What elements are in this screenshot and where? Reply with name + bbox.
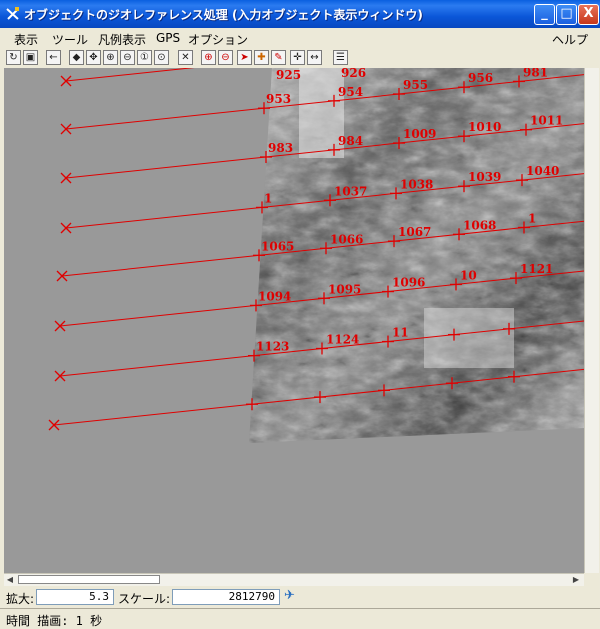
grid-point-label: 1009 [403,127,436,141]
scale-field[interactable]: 2812790 [172,589,280,605]
map-canvas[interactable]: 9259269539549559569819829839841009101010… [4,68,584,573]
scroll-left-icon[interactable]: ◀ [4,574,16,585]
zoom-in-box-icon[interactable]: ⊕ [103,50,118,65]
move-icon[interactable]: ◆ [69,50,84,65]
window-title: オブジェクトのジオレファレンス処理 (入力オブジェクト表示ウィンドウ) [24,8,423,22]
title-bar: オブジェクトのジオレファレンス処理 (入力オブジェクト表示ウィンドウ) _ □ … [0,0,600,28]
horizontal-scroll-thumb[interactable] [18,575,160,584]
grid-point-label: 1068 [463,218,496,232]
maximize-button[interactable]: □ [556,4,577,25]
grid-point-label: 956 [468,71,493,85]
grid-point-label: 1039 [468,170,501,184]
zoom-scale-row: 拡大: 5.3 スケール: 2812790 ✈ [0,587,600,607]
grid-point-label: 983 [268,141,293,155]
grid-point-label: 955 [403,78,428,92]
zoom-out-icon[interactable]: ⊖ [218,50,233,65]
redraw-icon[interactable]: ↻ [6,50,21,65]
add-point-icon[interactable]: ✚ [254,50,269,65]
zoom-1x-icon[interactable]: ① [137,50,152,65]
grid-point-label: 1066 [330,232,363,246]
menu-options[interactable]: オプション [188,31,248,48]
zoom-out-box-icon[interactable]: ⊖ [120,50,135,65]
menu-bar: 表示 ツール 凡例表示 GPS オプション ヘルプ [0,28,600,48]
scale-label: スケール: [118,592,171,606]
grid-point-label: 926 [341,68,366,80]
full-extent-icon[interactable]: ▣ [23,50,38,65]
grid-point-label: 1065 [261,239,294,253]
legend-icon[interactable]: ☰ [333,50,348,65]
menu-gps[interactable]: GPS [156,31,180,45]
grid-point-label: 1037 [334,184,367,198]
grid-point-label: 1096 [392,276,425,290]
scroll-right-icon[interactable]: ▶ [570,574,582,585]
grid-point-label: 925 [276,68,301,82]
zoom-fit-icon[interactable]: ⊙ [154,50,169,65]
map-view[interactable]: 9259269539549559569819829839841009101010… [4,68,584,573]
menu-legend[interactable]: 凡例表示 [98,31,146,48]
grid-point-label: 1 [528,211,536,225]
measure-icon[interactable]: ↔ [307,50,322,65]
zoom-layer-icon[interactable]: ✕ [178,50,193,65]
grid-point-label: 1 [264,191,272,205]
vertical-scrollbar[interactable] [584,68,599,573]
grid-point-label: 10 [460,268,477,282]
grid-point-label: 1067 [398,225,431,239]
edit-point-icon[interactable]: ✎ [271,50,286,65]
grid-point-label: 1011 [530,114,563,128]
menu-tools[interactable]: ツール [52,31,88,48]
grid-point-label: 1121 [520,262,553,276]
app-icon [6,7,19,20]
close-button[interactable]: X [578,4,599,25]
gps-satellite-icon[interactable]: ✈ [284,588,295,603]
menu-view[interactable]: 表示 [14,31,38,48]
minimize-button[interactable]: _ [534,4,555,25]
grid-point-label: 984 [338,134,363,148]
crosshair-icon[interactable]: ✛ [290,50,305,65]
zoom-label: 拡大: [6,592,35,606]
select-pointer-icon[interactable]: ➤ [237,50,252,65]
previous-view-icon[interactable]: ← [46,50,61,65]
menu-help[interactable]: ヘルプ [552,31,588,48]
grid-point-label: 1123 [256,340,289,354]
grid-point-label: 954 [338,85,363,99]
grid-point-label: 1040 [526,164,559,178]
horizontal-scrollbar[interactable]: ◀ ▶ [4,573,584,586]
grid-point-label: 1010 [468,120,501,134]
draw-time-text: 時間 描画: 1 秒 [6,614,103,628]
grid-point-label: 953 [266,92,291,106]
zoom-field[interactable]: 5.3 [36,589,114,605]
pan-icon[interactable]: ✥ [86,50,101,65]
zoom-in-icon[interactable]: ⊕ [201,50,216,65]
grid-point-label: 1038 [400,177,433,191]
grid-point-label: 981 [523,68,548,79]
status-bar: 時間 描画: 1 秒 [0,608,600,629]
toolbar: ↻ ▣ ← ◆ ✥ ⊕ ⊖ ① ⊙ ✕ ⊕ ⊖ ➤ ✚ ✎ ✛ ↔ ☰ [0,48,600,68]
grid-point-label: 11 [392,326,409,340]
grid-point-label: 1124 [326,332,359,346]
grid-point-label: 1095 [328,282,361,296]
grid-point-label: 1094 [258,289,291,303]
